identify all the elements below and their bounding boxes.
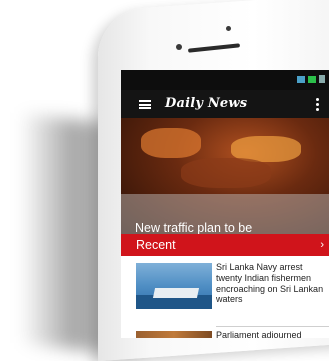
divider [216, 326, 329, 327]
more-icon[interactable] [316, 98, 319, 111]
signal-icon [308, 75, 316, 83]
status-icons [297, 75, 325, 83]
front-camera [176, 44, 182, 50]
article-headline: Parliament adjourned [216, 330, 302, 338]
wifi-icon [297, 75, 305, 83]
hero-image[interactable] [121, 118, 329, 234]
section-header-recent[interactable]: Recent › [121, 234, 329, 256]
phone-screen: Daily News New traffic plan to be introd… [121, 70, 329, 338]
status-bar [121, 70, 329, 90]
battery-icon [319, 75, 325, 83]
app-logo: Daily News [165, 96, 248, 111]
app-bar: Daily News [121, 90, 329, 118]
hero-light [181, 158, 271, 188]
article-headline: Sri Lanka Navy arrest twenty Indian fish… [216, 262, 324, 305]
chevron-right-icon: › [320, 239, 324, 251]
article-thumbnail [136, 263, 212, 309]
menu-icon[interactable] [139, 100, 151, 109]
article-thumbnail [136, 331, 212, 338]
proximity-sensor [226, 26, 231, 31]
section-label: Recent [136, 238, 176, 252]
boat [152, 288, 200, 298]
hero-light [141, 128, 201, 158]
